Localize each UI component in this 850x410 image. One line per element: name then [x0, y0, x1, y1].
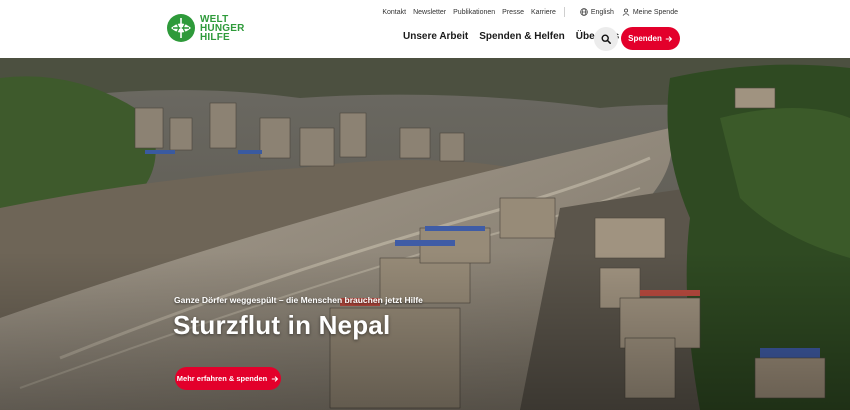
search-icon: [601, 34, 611, 44]
globe-leaf-icon: [167, 14, 195, 42]
account-link[interactable]: Meine Spende: [622, 8, 678, 16]
arrow-right-icon: [665, 35, 673, 42]
logo-text: WELT HUNGER HILFE: [200, 14, 245, 43]
language-label: English: [590, 8, 614, 16]
hero-headline: Sturzflut in Nepal: [173, 310, 391, 340]
utility-link-newsletter[interactable]: Newsletter: [413, 9, 446, 16]
hero-image: [0, 58, 850, 410]
hero-banner: Ganze Dörfer weggespült – die Menschen b…: [0, 58, 850, 410]
nav-item-unsere-arbeit[interactable]: Unsere Arbeit: [403, 31, 468, 42]
utility-link-presse[interactable]: Presse: [502, 9, 524, 16]
logo[interactable]: WELT HUNGER HILFE: [166, 13, 245, 43]
hero-cta-label: Mehr erfahren & spenden: [176, 374, 268, 383]
language-switch[interactable]: English: [580, 8, 614, 16]
utility-link-publikationen[interactable]: Publikationen: [453, 9, 495, 16]
hero-cta-button[interactable]: Mehr erfahren & spenden: [175, 367, 281, 390]
utility-link-karriere[interactable]: Karriere: [531, 9, 556, 16]
divider: [563, 7, 565, 17]
page: WELT HUNGER HILFE Kontakt Newsletter Pub…: [0, 0, 850, 410]
arrow-right-icon: [272, 375, 279, 382]
globe-icon: [580, 8, 588, 16]
site-header: WELT HUNGER HILFE Kontakt Newsletter Pub…: [0, 0, 850, 58]
hero-subline: Ganze Dörfer weggespült – die Menschen b…: [174, 295, 423, 305]
donate-button-label: Spenden: [628, 34, 662, 43]
logo-line-3: HILFE: [200, 31, 230, 43]
utility-link-kontakt[interactable]: Kontakt: [382, 9, 406, 16]
account-label: Meine Spende: [632, 8, 678, 16]
search-button[interactable]: [594, 27, 618, 51]
donate-button[interactable]: Spenden: [621, 27, 680, 50]
user-icon: [622, 8, 630, 16]
utility-nav: Kontakt Newsletter Publikationen Presse …: [375, 7, 678, 17]
nav-item-spenden-helfen[interactable]: Spenden & Helfen: [479, 31, 565, 42]
